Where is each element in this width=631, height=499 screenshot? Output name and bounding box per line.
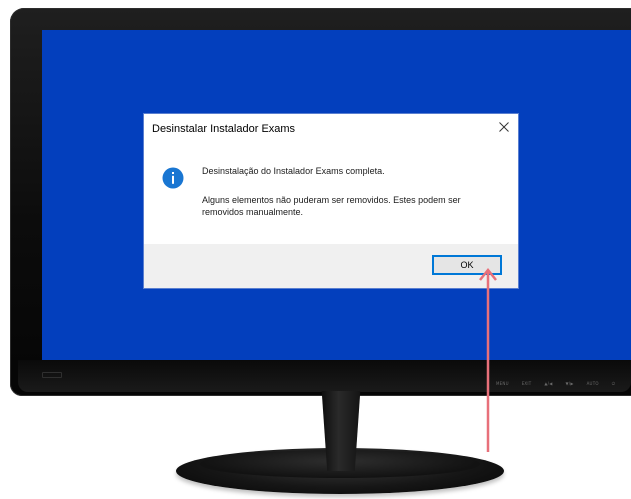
dialog-footer: OK — [144, 244, 518, 288]
dialog-message-secondary: Alguns elementos não puderam ser removid… — [202, 195, 461, 217]
monitor-button-label: AUTO — [586, 381, 599, 386]
monitor-button-label: EXIT — [521, 381, 532, 386]
monitor-button-label: ▼/▶ — [565, 381, 574, 386]
annotation-arrow — [479, 267, 497, 452]
close-icon — [499, 122, 509, 132]
monitor-button-labels: MENU EXIT ▲/◀ ▼/▶ AUTO ⏻ — [496, 381, 615, 386]
monitor-button-label: ⏻ — [611, 381, 616, 386]
monitor-button-label: ▲/◀ — [544, 381, 553, 386]
dialog-title: Desinstalar Instalador Exams — [152, 123, 296, 135]
monitor-logo — [42, 372, 62, 378]
info-icon — [162, 167, 184, 189]
close-button[interactable] — [494, 117, 514, 137]
photo-scene: MENU EXIT ▲/◀ ▼/▶ AUTO ⏻ Desinstalar Ins… — [0, 0, 631, 499]
uninstall-dialog: Desinstalar Instalador Exams Desinstalaç… — [144, 114, 518, 288]
monitor-chin — [18, 360, 631, 392]
dialog-message-primary: Desinstalação do Instalador Exams comple… — [202, 166, 385, 176]
